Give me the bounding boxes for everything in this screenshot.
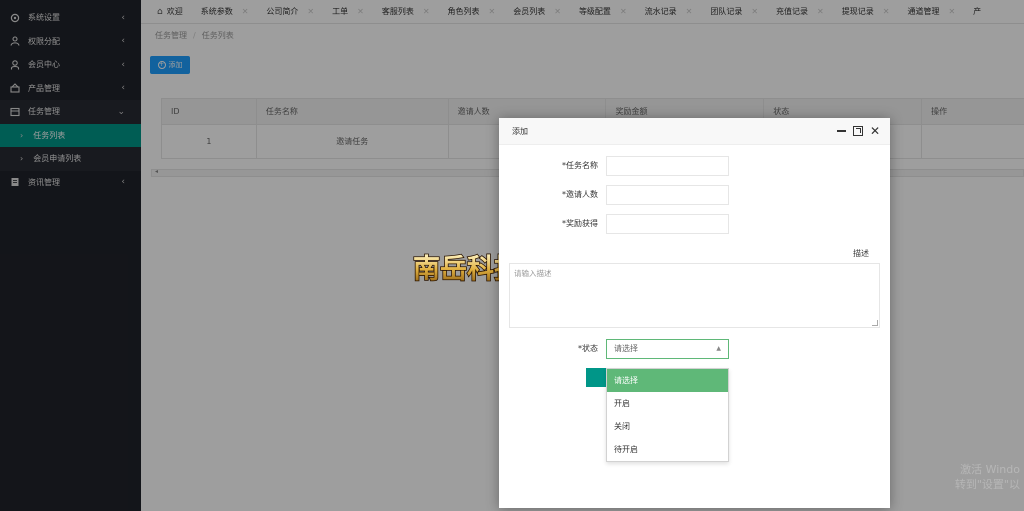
- invite-count-label: *邀请人数: [562, 190, 598, 199]
- os-watermark-line2: 转到"设置"以: [954, 478, 1020, 491]
- description-textarea[interactable]: 请输入描述: [509, 263, 880, 328]
- field-row-task-name: *任务名称: [499, 156, 890, 176]
- status-options-dropdown: 请选择 开启 关闭 待开启: [606, 368, 729, 462]
- task-name-label: *任务名称: [562, 161, 598, 170]
- reward-input[interactable]: [606, 214, 729, 234]
- add-task-dialog: 添加 ✕ *任务名称 *邀请人数 *奖励获得 描述 请输入描述 *状态 请选择 …: [499, 118, 890, 508]
- maximize-icon[interactable]: [852, 126, 863, 136]
- status-select-value: 请选择: [614, 344, 638, 353]
- dialog-header: 添加: [499, 118, 890, 145]
- status-option-pending[interactable]: 待开启: [607, 438, 728, 461]
- close-icon[interactable]: ✕: [870, 125, 880, 137]
- os-watermark-line1: 激活 Windo: [960, 463, 1020, 476]
- status-option-placeholder[interactable]: 请选择: [607, 369, 728, 392]
- submit-button[interactable]: [586, 368, 606, 387]
- status-option-open[interactable]: 开启: [607, 392, 728, 415]
- caret-up-icon: ▲: [716, 345, 721, 352]
- invite-count-input[interactable]: [606, 185, 729, 205]
- field-row-reward: *奖励获得: [499, 214, 890, 234]
- description-label: 描述: [853, 249, 869, 258]
- status-label: *状态: [578, 344, 598, 353]
- reward-label: *奖励获得: [562, 219, 598, 228]
- minimize-icon[interactable]: [836, 124, 846, 138]
- description-placeholder: 请输入描述: [514, 269, 552, 278]
- task-name-input[interactable]: [606, 156, 729, 176]
- dialog-window-controls: ✕: [836, 124, 880, 138]
- status-option-closed[interactable]: 关闭: [607, 415, 728, 438]
- resize-handle-icon[interactable]: [872, 320, 878, 326]
- field-row-invite-count: *邀请人数: [499, 185, 890, 205]
- dialog-title: 添加: [512, 126, 528, 136]
- os-activation-watermark: 激活 Windo 转到"设置"以: [955, 462, 1020, 492]
- status-select[interactable]: 请选择 ▲: [606, 339, 729, 359]
